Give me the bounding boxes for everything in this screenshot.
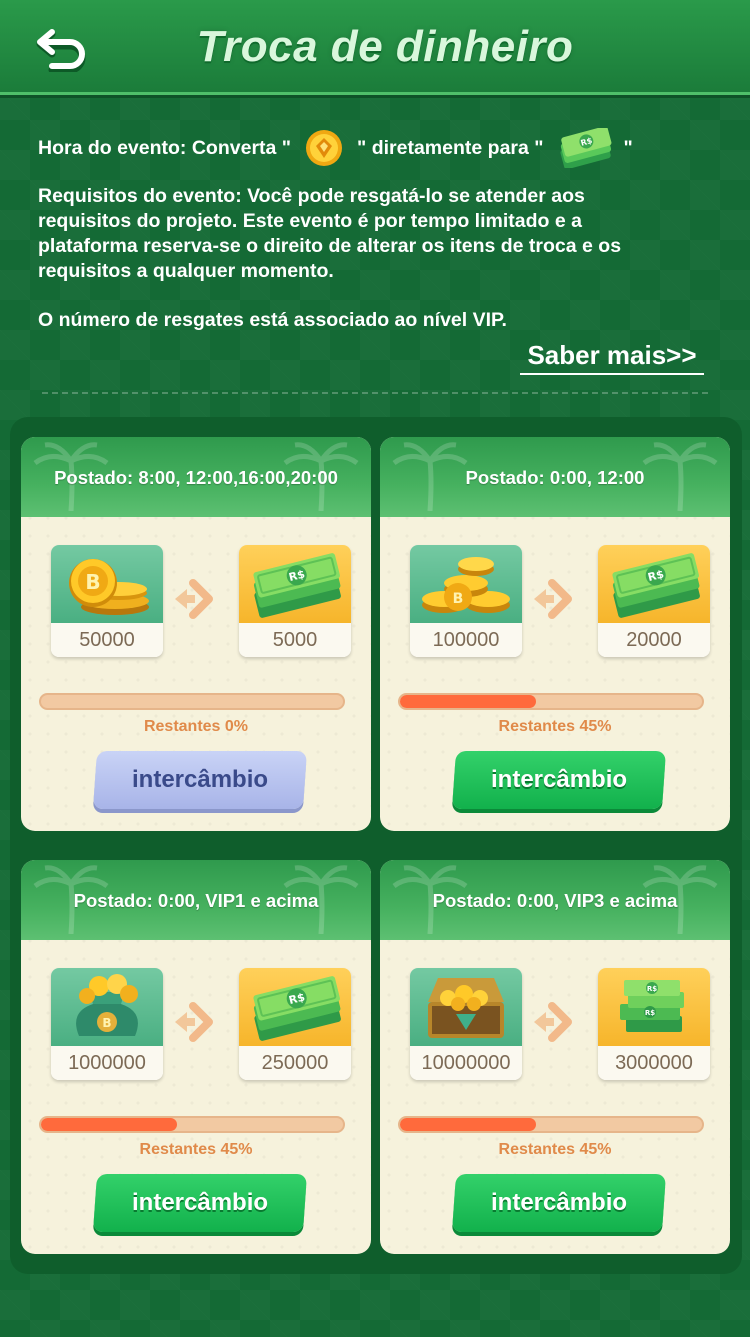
requirements-text: plataforma reserva-se o direito de alter… xyxy=(38,235,622,257)
exchange-card-4: Postado: 0:00, VIP3 e acima 10000000 R$ R… xyxy=(380,860,730,1254)
to-reward-tile: R$ R$ 3000000 xyxy=(598,968,710,1080)
event-info: Hora do evento: Converta " " diretamente… xyxy=(38,128,718,333)
card-title: Postado: 0:00, VIP3 e acima xyxy=(432,890,678,911)
page-title: Troca de dinheiro xyxy=(196,22,574,71)
event-time-suffix: " xyxy=(623,136,633,159)
remaining-label: Restantes 45% xyxy=(139,1141,253,1158)
to-value: 3000000 xyxy=(598,1046,710,1080)
exchange-button-label: intercâmbio xyxy=(490,766,628,793)
coin-stack-icon: B xyxy=(422,557,510,613)
requirements-text: Requisitos do evento: Você pode resgatá-… xyxy=(38,185,585,207)
to-value: 20000 xyxy=(598,623,710,657)
coin-bag-icon: B xyxy=(76,974,138,1036)
exchange-button-label: intercâmbio xyxy=(131,766,269,793)
progress-bar xyxy=(398,1116,704,1133)
from-reward-tile: B 50000 xyxy=(51,545,163,657)
exchange-card-3: Postado: 0:00, VIP1 e acima B 1000000 R$… xyxy=(21,860,371,1254)
cash-stack-icon: R$ xyxy=(253,976,341,1041)
progress-fill xyxy=(400,695,536,708)
event-time-line: Hora do evento: Converta " " diretamente… xyxy=(38,128,718,168)
from-value: 10000000 xyxy=(410,1046,522,1080)
svg-text:B: B xyxy=(453,591,464,607)
double-arrow-icon xyxy=(175,579,213,619)
progress-bar xyxy=(39,1116,345,1133)
coin-stack-icon: B xyxy=(69,559,149,615)
double-arrow-icon xyxy=(175,1002,213,1042)
from-reward-tile: B 100000 xyxy=(410,545,522,657)
card-header: Postado: 0:00, 12:00 xyxy=(380,437,730,517)
vip-note: O número de resgates está associado ao n… xyxy=(38,309,507,331)
card-header: Postado: 8:00, 12:00,16:00,20:00 xyxy=(21,437,371,517)
divider xyxy=(42,392,708,394)
from-image xyxy=(410,968,522,1046)
progress-fill xyxy=(400,1118,536,1131)
card-title: Postado: 8:00, 12:00,16:00,20:00 xyxy=(54,467,338,488)
from-image: B xyxy=(51,545,163,623)
from-value: 50000 xyxy=(51,623,163,657)
event-requirements: Requisitos do evento: Você pode resgatá-… xyxy=(38,184,718,284)
to-image: R$ xyxy=(239,968,351,1046)
card-title: Postado: 0:00, 12:00 xyxy=(465,467,645,488)
cash-stack-icon: R$ xyxy=(560,128,611,168)
to-image: R$ R$ xyxy=(598,968,710,1046)
requirements-text: requisitos a qualquer momento. xyxy=(38,260,334,282)
to-reward-tile: R$ 5000 xyxy=(239,545,351,657)
exchange-button[interactable]: intercâmbio xyxy=(451,1174,667,1232)
to-image: R$ xyxy=(598,545,710,623)
double-arrow-icon xyxy=(534,579,572,619)
gold-coin-icon xyxy=(306,130,343,166)
remaining-label: Restantes 45% xyxy=(498,718,612,735)
progress-bar xyxy=(398,693,704,710)
from-value: 1000000 xyxy=(51,1046,163,1080)
double-arrow-icon xyxy=(534,1002,572,1042)
from-image: B xyxy=(51,968,163,1046)
event-time-middle: " diretamente para " xyxy=(357,136,544,159)
to-reward-tile: R$ 250000 xyxy=(239,968,351,1080)
exchange-button-label: intercâmbio xyxy=(490,1189,628,1216)
exchange-card-1: Postado: 8:00, 12:00,16:00,20:00 B 50000… xyxy=(21,437,371,831)
exchange-button-label: intercâmbio xyxy=(131,1189,269,1216)
progress-fill xyxy=(41,1118,177,1131)
card-header: Postado: 0:00, VIP3 e acima xyxy=(380,860,730,940)
top-bar: Troca de dinheiro xyxy=(0,0,750,95)
from-reward-tile: B 1000000 xyxy=(51,968,163,1080)
to-image: R$ xyxy=(239,545,351,623)
card-title: Postado: 0:00, VIP1 e acima xyxy=(73,890,319,911)
exchange-button[interactable]: intercâmbio xyxy=(92,1174,308,1232)
requirements-text: requisitos do projeto. Este evento é por… xyxy=(38,210,582,232)
exchange-button[interactable]: intercâmbio xyxy=(92,751,308,809)
exchange-card-2: Postado: 0:00, 12:00 B 100000 R$ 20000 R… xyxy=(380,437,730,831)
remaining-label: Restantes 0% xyxy=(143,718,249,735)
to-value: 250000 xyxy=(239,1046,351,1080)
svg-text:R$: R$ xyxy=(647,985,657,993)
card-header: Postado: 0:00, VIP1 e acima xyxy=(21,860,371,940)
treasure-chest-icon xyxy=(428,978,504,1038)
svg-text:B: B xyxy=(85,570,100,594)
svg-text:R$: R$ xyxy=(645,1009,655,1017)
svg-text:B: B xyxy=(102,1016,111,1030)
to-value: 5000 xyxy=(239,623,351,657)
progress-bar xyxy=(39,693,345,710)
from-reward-tile: 10000000 xyxy=(410,968,522,1080)
cash-stack-icon: R$ xyxy=(612,553,700,618)
to-reward-tile: R$ 20000 xyxy=(598,545,710,657)
cash-stack-icon: R$ xyxy=(253,553,341,618)
learn-more-link[interactable]: Saber mais>> xyxy=(520,340,704,375)
from-image: B xyxy=(410,545,522,623)
from-value: 100000 xyxy=(410,623,522,657)
cash-stack-icon: R$ R$ xyxy=(620,980,684,1032)
exchange-button[interactable]: intercâmbio xyxy=(451,751,667,809)
event-time-prefix: Hora do evento: Converta " xyxy=(38,136,292,159)
remaining-label: Restantes 45% xyxy=(498,1141,612,1158)
